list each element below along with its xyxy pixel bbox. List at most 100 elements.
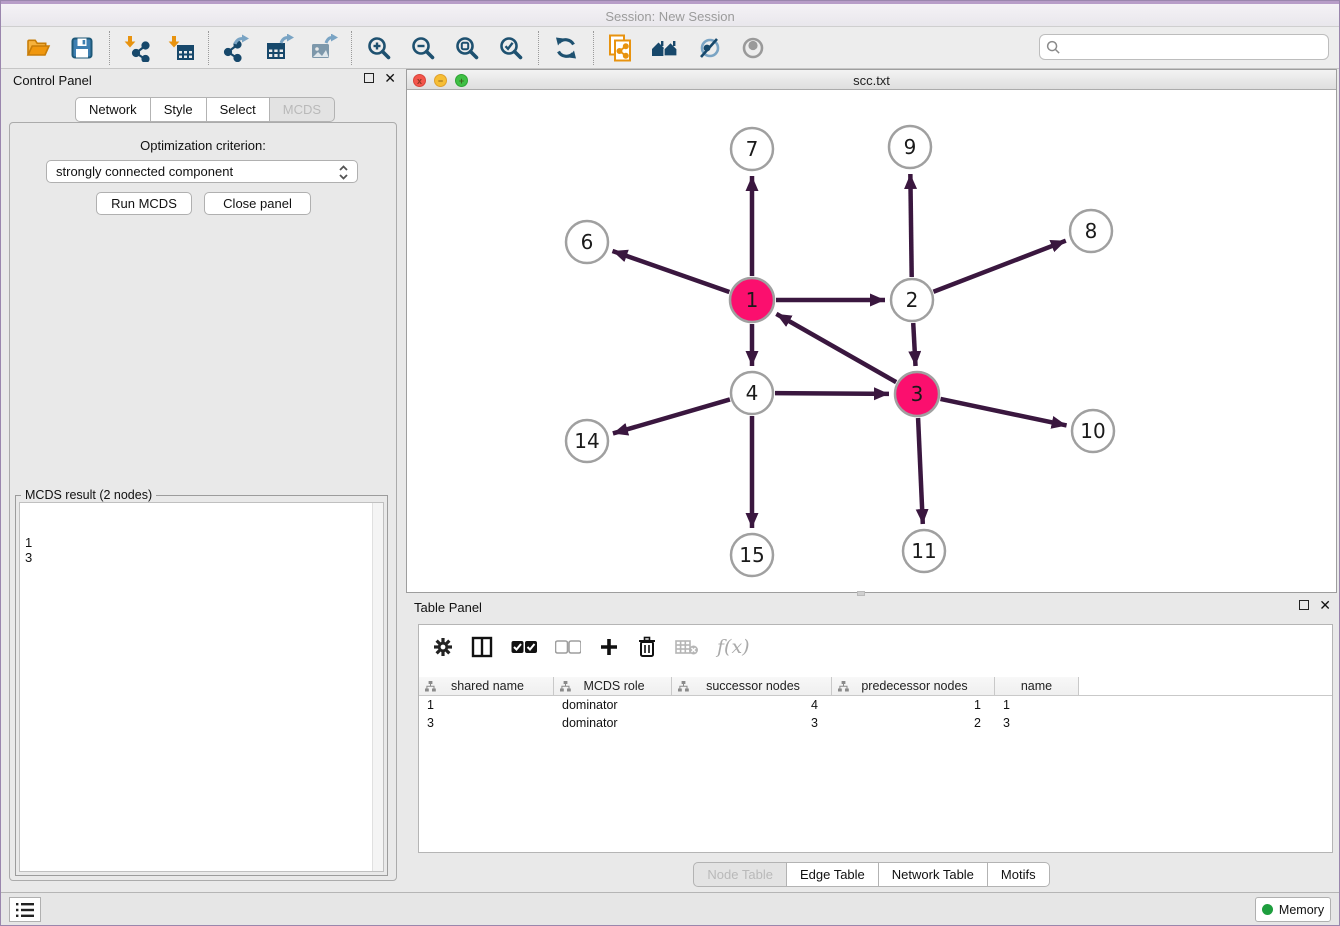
select-all-columns-button[interactable] [511,640,537,654]
edge-3-1[interactable] [776,314,896,382]
tab-motifs[interactable]: Motifs [988,862,1050,887]
import-network-button[interactable] [121,32,153,64]
column-header-successor-nodes[interactable]: successor nodes [672,677,832,695]
session-title: Session: New Session [1,9,1339,24]
table-header-row: shared nameMCDS rolesuccessor nodesprede… [419,677,1332,696]
close-panel-icon[interactable]: ✕ [1319,600,1331,610]
zoom-fit-icon [454,35,480,61]
column-header-mcds-role[interactable]: MCDS role [554,677,672,695]
copy-network-button[interactable] [605,32,637,64]
create-column-button[interactable] [599,637,619,657]
mcds-scrollbar[interactable] [372,503,383,871]
deselect-all-columns-button[interactable] [555,640,581,654]
node-table: shared nameMCDS rolesuccessor nodesprede… [419,677,1332,732]
memory-button[interactable]: Memory [1255,897,1331,922]
network-window-titlebar[interactable]: x − + scc.txt [407,70,1336,90]
column-header-name[interactable]: name [995,677,1079,695]
copy-network-icon [607,33,635,63]
column-type-icon [838,681,849,692]
node-label-3: 3 [911,382,924,406]
column-header-shared-name[interactable]: shared name [419,677,554,695]
refresh-button[interactable] [550,32,582,64]
delete-column-button[interactable] [637,636,657,658]
tab-network[interactable]: Network [75,97,151,122]
tab-select[interactable]: Select [207,97,270,122]
graph-node-6[interactable]: 6 [566,221,608,263]
float-panel-icon[interactable] [364,73,374,83]
edge-3-10[interactable] [940,399,1066,426]
network-canvas[interactable]: 7 9 6 8 1 2 4 3 14 10 15 11 [407,91,1336,593]
zoom-fit-button[interactable] [451,32,483,64]
tab-node-table[interactable]: Node Table [693,862,787,887]
table-row-2[interactable]: 3dominator323 [419,714,1332,732]
export-image-icon [309,34,339,62]
graph-node-2[interactable]: 2 [891,279,933,321]
table-row-1[interactable]: 1dominator411 [419,696,1332,714]
search-input[interactable] [1066,39,1322,56]
show-column-button[interactable] [471,636,493,658]
tab-network-table[interactable]: Network Table [879,862,988,887]
export-image-button[interactable] [308,32,340,64]
edge-2-3[interactable] [913,323,915,366]
graph-node-7[interactable]: 7 [731,128,773,170]
houses-icon [650,35,680,61]
zoom-in-button[interactable] [363,32,395,64]
edge-3-11[interactable] [918,418,923,524]
tab-mcds[interactable]: MCDS [270,97,335,122]
tab-style[interactable]: Style [151,97,207,122]
table-panel-header: Table Panel ✕ [406,596,1337,620]
first-neighbors-button[interactable] [649,32,681,64]
column-header-predecessor-nodes[interactable]: predecessor nodes [832,677,995,695]
graph-node-4[interactable]: 4 [731,372,773,414]
float-panel-icon[interactable] [1299,600,1309,610]
graph-node-8[interactable]: 8 [1070,210,1112,252]
control-panel-header: Control Panel ✕ [5,69,402,93]
optimization-criterion-select[interactable]: strongly connected component [46,160,358,183]
export-network-button[interactable] [220,32,252,64]
mcds-result-title: MCDS result (2 nodes) [21,488,156,502]
mcds-panel: Optimization criterion: strongly connect… [9,122,397,881]
graph-node-14[interactable]: 14 [566,420,608,462]
export-table-button[interactable] [264,32,296,64]
graph-node-1[interactable]: 1 [730,278,774,322]
graph-node-9[interactable]: 9 [889,126,931,168]
control-panel-tabs: NetworkStyleSelectMCDS [75,97,335,122]
function-builder-button: f(x) [717,636,750,658]
memory-status-icon [1262,904,1273,915]
graph-node-3[interactable]: 3 [895,372,939,416]
hide-graphics-details-button[interactable] [693,32,725,64]
graph-node-11[interactable]: 11 [903,530,945,572]
table-panel: Table Panel ✕ [406,596,1337,894]
import-table-button[interactable] [165,32,197,64]
zoom-selected-button[interactable] [495,32,527,64]
save-session-button[interactable] [66,32,98,64]
graph-node-15[interactable]: 15 [731,534,773,576]
delete-table-button [675,638,699,656]
table-settings-button[interactable] [433,637,453,657]
status-bar: Memory [1,892,1339,925]
search-box [1039,34,1329,60]
graph-node-10[interactable]: 10 [1072,410,1114,452]
open-session-button[interactable] [22,32,54,64]
cell-successor-nodes: 4 [672,696,832,714]
node-label-10: 10 [1080,419,1105,443]
close-panel-button[interactable]: Close panel [204,192,311,215]
close-panel-icon[interactable]: ✕ [384,73,396,83]
node-label-8: 8 [1085,219,1098,243]
edge-2-8[interactable] [933,241,1065,292]
control-panel: Control Panel ✕ NetworkStyleSelectMCDS O… [5,69,402,882]
mcds-result-text[interactable]: 1 3 [19,502,384,872]
edge-4-3[interactable] [775,393,889,394]
edge-4-14[interactable] [613,399,730,433]
control-panel-title: Control Panel [13,73,92,88]
run-mcds-button[interactable]: Run MCDS [96,192,192,215]
node-label-9: 9 [904,135,917,159]
edge-1-6[interactable] [612,251,729,292]
cell-name: 1 [995,696,1079,714]
tab-edge-table[interactable]: Edge Table [787,862,879,887]
task-history-button[interactable] [9,897,41,922]
zoom-out-button[interactable] [407,32,439,64]
edge-2-9[interactable] [910,174,911,277]
node-label-1: 1 [746,288,759,312]
network-window-title: scc.txt [407,73,1336,88]
